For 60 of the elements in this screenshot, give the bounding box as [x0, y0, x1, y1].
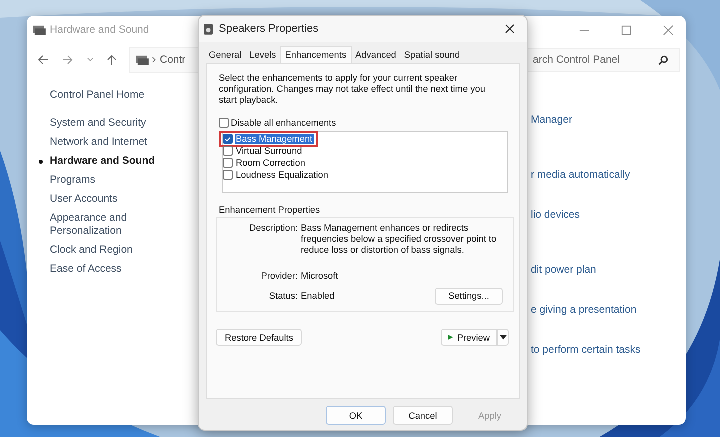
checkbox-label: Disable all enhancements: [231, 118, 336, 128]
task-link[interactable]: to perform certain tasks: [531, 344, 686, 357]
task-link[interactable]: Manager: [531, 114, 686, 127]
checkbox[interactable]: [223, 158, 233, 168]
field-label: Description:: [248, 223, 299, 235]
dropdown-button[interactable]: [497, 329, 509, 346]
checkbox[interactable]: [223, 134, 233, 144]
sidebar-link[interactable]: Ease of Access: [50, 263, 170, 276]
up-arrow-icon[interactable]: [106, 54, 118, 66]
dialog-button[interactable]: Cancel: [393, 406, 453, 425]
chevron-right-icon: [152, 56, 157, 64]
checkbox[interactable]: [223, 146, 233, 156]
sidebar-link[interactable]: Appearance and Personalization: [50, 212, 170, 238]
control-panel-icon: [33, 24, 46, 36]
field-label: Status:: [268, 291, 299, 302]
list-item[interactable]: Room Correction: [235, 158, 306, 168]
sidebar-link[interactable]: Hardware and Sound: [50, 155, 170, 168]
field-label: Provider:: [260, 271, 299, 282]
forward-arrow-icon[interactable]: [62, 54, 74, 66]
play-icon: [448, 333, 454, 342]
back-arrow-icon[interactable]: [37, 54, 49, 66]
sidebar-link[interactable]: Network and Internet: [50, 136, 170, 149]
list-item[interactable]: Loudness Equalization: [235, 170, 330, 180]
breadcrumb-text: Contr: [160, 54, 186, 66]
tab[interactable]: General: [205, 48, 246, 63]
list-item[interactable]: Bass Management: [235, 134, 314, 144]
close-icon[interactable]: [505, 24, 515, 34]
preview-button[interactable]: Preview: [441, 329, 497, 346]
speaker-icon: [204, 24, 213, 34]
window-title: Hardware and Sound: [50, 24, 150, 36]
control-panel-icon: [136, 54, 149, 66]
checkbox[interactable]: [219, 118, 229, 128]
chevron-down-icon[interactable]: [87, 57, 94, 63]
task-link[interactable]: r media automatically: [531, 169, 686, 182]
task-link[interactable]: e giving a presentation: [531, 304, 686, 317]
maximize-icon[interactable]: [621, 24, 632, 36]
sidebar-link[interactable]: Clock and Region: [50, 244, 170, 257]
dialog-title: Speakers Properties: [219, 23, 319, 35]
search-icon: [658, 54, 669, 66]
dialog-button[interactable]: OK: [326, 406, 386, 425]
tab[interactable]: Spatial sound: [400, 48, 464, 63]
checkbox[interactable]: [223, 170, 233, 180]
sidebar-link[interactable]: Control Panel Home: [50, 89, 170, 102]
sidebar-link[interactable]: Programs: [50, 174, 170, 187]
sidebar-link[interactable]: User Accounts: [50, 193, 170, 206]
description-text: Bass Management enhances or redirects frequencies below a specified crossover point to reduce loss or distortion of bass signals.: [301, 223, 498, 256]
task-link[interactable]: lio devices: [531, 209, 686, 222]
settings-button[interactable]: Settings...: [435, 288, 503, 305]
tab[interactable]: Levels: [246, 48, 280, 63]
instructions-text: Select the enhancements to apply for your current speaker configuration. Changes may not take effect until the next time you start playback.: [219, 73, 486, 106]
tab[interactable]: Advanced: [352, 48, 400, 63]
tab[interactable]: Enhancements: [280, 46, 352, 63]
group-heading: Enhancement Properties: [219, 205, 322, 215]
list-item[interactable]: Virtual Surround: [235, 146, 304, 156]
restore-defaults-button[interactable]: Restore Defaults: [216, 329, 302, 346]
provider-value: Microsoft: [301, 271, 340, 282]
task-link[interactable]: dit power plan: [531, 264, 686, 277]
caret-icon: [500, 335, 506, 340]
status-value: Enabled: [301, 291, 335, 302]
sidebar-link[interactable]: System and Security: [50, 117, 170, 130]
